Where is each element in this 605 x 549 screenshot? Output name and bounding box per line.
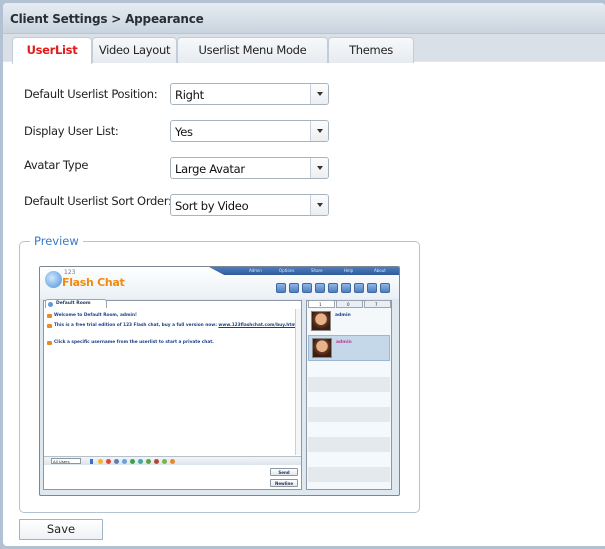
logo-text: Flash Chat — [62, 276, 125, 289]
preview-menubar: Admin Options Share Help About — [209, 267, 399, 275]
avatar-type-select[interactable]: Large Avatar — [170, 157, 329, 179]
messages-tab: 7 — [364, 300, 391, 308]
preview-image: 123 Flash Chat Admin Options Share Help … — [39, 266, 400, 496]
clock-icon — [354, 283, 364, 293]
sort-order-select[interactable]: Sort by Video — [170, 194, 329, 216]
save-button[interactable]: Save — [19, 519, 103, 540]
chevron-down-icon[interactable] — [310, 84, 328, 104]
recipient-select: All Users — [51, 458, 81, 464]
empty-row — [308, 362, 390, 377]
chat-message: Welcome to Default Room, admin! — [47, 313, 137, 318]
tab-themes[interactable]: Themes — [328, 37, 414, 63]
empty-row — [308, 392, 390, 407]
chat-message: Click a specific username from the userl… — [47, 340, 214, 345]
userlist-position-select[interactable]: Right — [170, 83, 329, 105]
chat-scrollbar — [295, 309, 301, 455]
empty-row — [308, 467, 390, 482]
tab-userlist-menu-mode[interactable]: Userlist Menu Mode — [177, 37, 328, 63]
chevron-down-icon[interactable] — [310, 121, 328, 141]
users-tab: 1 — [308, 300, 335, 308]
color-icon — [106, 459, 111, 464]
chevron-down-icon[interactable] — [310, 195, 328, 215]
header: Client Settings > Appearance — [3, 3, 605, 34]
select-value: Yes — [175, 125, 193, 139]
empty-row — [308, 452, 390, 467]
chat-toolbar: All Users — [44, 456, 301, 465]
whiteboard-icon — [138, 459, 143, 464]
preview-fieldset: Preview 123 Flash Chat Admin Options Sha… — [19, 234, 420, 513]
empty-row — [308, 377, 390, 392]
settings-icon — [162, 459, 167, 464]
user-name: admin — [336, 340, 352, 345]
chat-message: This is a free trial edition of 123 Flas… — [47, 323, 297, 328]
settings-panel: Client Settings > Appearance UserList Vi… — [3, 3, 605, 546]
tools-icon — [276, 283, 286, 293]
preview-userlist: 1 0 7 admin admin — [306, 300, 392, 490]
film-icon — [154, 459, 159, 464]
buy-link: www.123flashchat.com/buy.html — [218, 323, 298, 328]
tab-bar: UserList Video Layout Userlist Menu Mode… — [3, 34, 605, 64]
user-row: admin — [308, 335, 390, 361]
room-tab: Default Room — [45, 299, 107, 308]
page-title: Client Settings > Appearance — [10, 12, 204, 26]
select-value: Right — [175, 88, 204, 102]
avatar — [311, 311, 331, 331]
sort-order-label: Default Userlist Sort Order: — [24, 194, 172, 208]
select-value: Sort by Video — [175, 199, 249, 213]
tab-userlist[interactable]: UserList — [12, 37, 92, 64]
empty-row — [308, 437, 390, 452]
display-user-list-select[interactable]: Yes — [170, 120, 329, 142]
avatar — [312, 338, 332, 358]
logo-number: 123 — [64, 269, 76, 276]
menu-help: Help — [344, 268, 354, 273]
preview-legend: Preview — [30, 234, 83, 248]
menu-share: Share — [311, 268, 323, 273]
clear-icon — [122, 459, 127, 464]
newline-button: Newline — [270, 479, 298, 487]
select-value: Large Avatar — [175, 162, 245, 176]
display-user-list-label: Display User List: — [24, 124, 119, 138]
menu-options: Options — [279, 268, 295, 273]
font-icon — [90, 459, 93, 464]
preview-chat-area: Default Room Welcome to Default Room, ad… — [43, 299, 302, 490]
avatar-type-label: Avatar Type — [24, 158, 89, 172]
userlist-position-label: Default Userlist Position: — [24, 87, 158, 101]
edit-icon — [302, 283, 312, 293]
preview-topbar: 123 Flash Chat Admin Options Share Help … — [40, 267, 399, 299]
menu-admin: Admin — [249, 268, 262, 273]
rooms-tab: 0 — [336, 300, 363, 308]
user-row: admin — [308, 309, 390, 334]
chat-logo-icon — [45, 271, 62, 288]
emoticon-icon — [98, 459, 103, 464]
image-icon — [130, 459, 135, 464]
user-icon — [315, 283, 325, 293]
refresh-icon — [367, 283, 377, 293]
user-name: admin — [335, 313, 351, 318]
send-button: Send — [270, 468, 298, 476]
tab-video-layout[interactable]: Video Layout — [92, 37, 177, 63]
edit-icon — [114, 459, 119, 464]
menu-about: About — [374, 268, 386, 273]
empty-row — [308, 407, 390, 422]
updown-icon — [341, 283, 351, 293]
logout-icon — [380, 283, 390, 293]
palette-icon — [170, 459, 175, 464]
sound-icon — [328, 283, 338, 293]
empty-row — [308, 422, 390, 437]
mask-icon — [289, 283, 299, 293]
chevron-down-icon[interactable] — [310, 158, 328, 178]
users-icon — [146, 459, 151, 464]
